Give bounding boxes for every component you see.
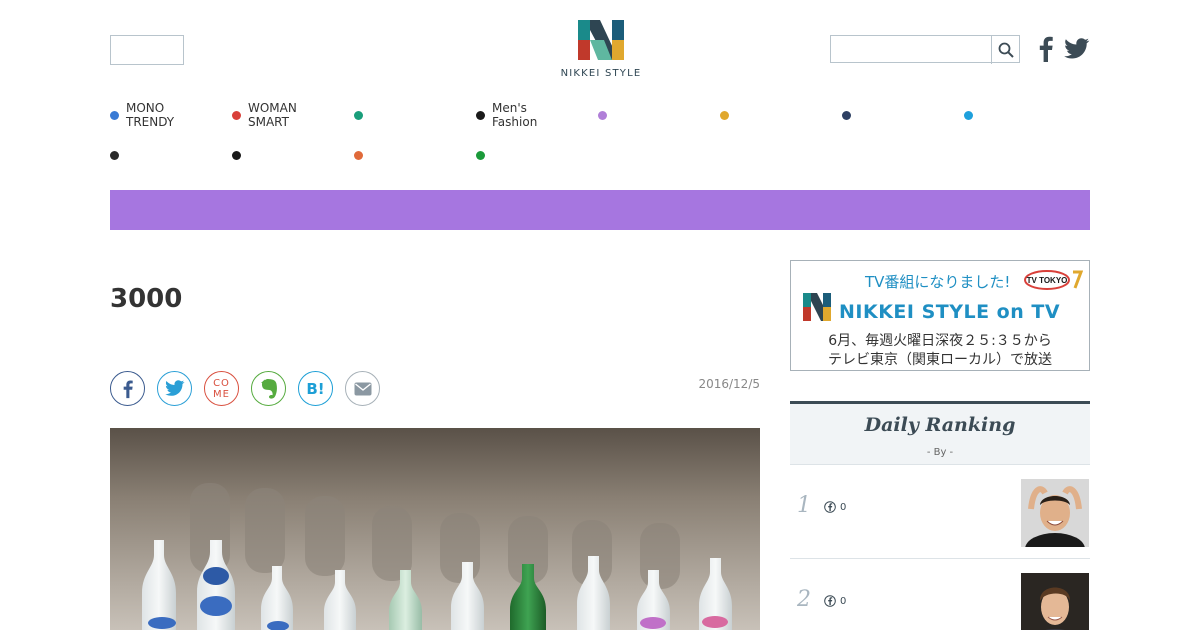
person-photo (1021, 573, 1089, 630)
ranking-by: - By - (926, 447, 954, 458)
tv-tokyo-logo: TV TOKYO (1023, 269, 1084, 290)
nav-dot (354, 151, 363, 160)
article-title: 3000 (110, 284, 183, 314)
tv-tokyo-icon: TV TOKYO (1024, 270, 1084, 290)
nav-dot (354, 111, 363, 120)
evernote-icon (260, 378, 277, 399)
hatena-bookmark-icon: B! (306, 379, 325, 398)
tv-tokyo-logo-text: TV TOKYO (1027, 276, 1068, 285)
nav-dot (598, 111, 607, 120)
twitter-icon (164, 380, 184, 396)
mail-icon (354, 382, 371, 395)
nav-dot (110, 151, 119, 160)
share-facebook-button[interactable] (110, 371, 145, 406)
facebook-icon (824, 501, 836, 513)
daily-ranking: Daily Ranking - By - 1 0 2 0 (790, 401, 1090, 630)
nav-item-mono-trendy[interactable]: MONO TRENDY (110, 101, 228, 133)
tv-ad-headline: TV番組になりました! (865, 273, 1011, 291)
nav-dot (842, 111, 851, 120)
rank-number: 2 (797, 587, 811, 612)
facebook-icon (824, 595, 836, 607)
nav-item-10[interactable] (232, 141, 350, 173)
search-icon (998, 42, 1014, 58)
nav-dot (964, 111, 973, 120)
nav-item-9[interactable] (110, 141, 228, 173)
nav-label: MONO TRENDY (126, 101, 175, 129)
category-banner (110, 190, 1090, 230)
nav-item-5[interactable] (598, 101, 716, 133)
share-evernote-button[interactable] (251, 371, 286, 406)
facebook-icon[interactable] (1036, 36, 1056, 62)
nav-item-7[interactable] (842, 101, 960, 133)
tv-ad-schedule: 6月、毎週火曜日深夜２５:３５から (828, 333, 1052, 349)
ranking-item[interactable]: 2 0 (790, 559, 1090, 630)
nav-item-6[interactable] (720, 101, 838, 133)
search-box (830, 35, 1020, 64)
share-come-button[interactable]: CO ME (204, 371, 239, 406)
twitter-icon[interactable] (1064, 38, 1090, 60)
bottles-photo (110, 428, 760, 630)
logo-text: NIKKEI STYLE (560, 68, 642, 79)
like-count: 0 (824, 501, 846, 513)
share-mail-button[interactable] (345, 371, 380, 406)
article-photo (110, 428, 760, 630)
person-photo (1021, 479, 1089, 547)
share-hatena-button[interactable]: B! (298, 371, 333, 406)
ranking-item[interactable]: 1 0 (790, 465, 1090, 559)
like-count-value: 0 (840, 501, 847, 513)
nav-dot (232, 111, 241, 120)
tv-program-ad[interactable]: TV番組になりました! TV TOKYO NIKKEI STYLE on TV … (790, 260, 1090, 371)
nav-item-mens-fashion[interactable]: Men's Fashion (476, 101, 594, 133)
like-count: 0 (824, 595, 846, 607)
header-link-box[interactable] (110, 35, 184, 65)
nav-item-12[interactable] (476, 141, 594, 173)
nav-dot (720, 111, 729, 120)
ranking-thumbnail[interactable] (1021, 573, 1089, 630)
nikkei-style-logo[interactable]: NIKKEI STYLE (556, 18, 646, 84)
nav-item-woman-smart[interactable]: WOMAN SMART (232, 101, 350, 133)
search-input[interactable] (831, 36, 991, 62)
come-icon: CO ME (213, 377, 230, 400)
nav-dot (232, 151, 241, 160)
tv-ad-brand: NIKKEI STYLE on TV (839, 301, 1061, 323)
nav-label: WOMAN SMART (248, 101, 297, 129)
nav-item-8[interactable] (964, 101, 1082, 133)
facebook-icon (123, 379, 133, 398)
ranking-thumbnail[interactable] (1021, 479, 1089, 547)
rank-number: 1 (797, 493, 811, 518)
nav-dot (476, 151, 485, 160)
nikkei-logo-icon (803, 293, 831, 321)
nav-item-11[interactable] (354, 141, 472, 173)
ranking-title: Daily Ranking (864, 414, 1016, 436)
tv-ad-channel: テレビ東京（関東ローカル）で放送 (828, 352, 1052, 368)
like-count-value: 0 (840, 595, 847, 607)
search-button[interactable] (991, 36, 1019, 64)
nav-label: Men's Fashion (492, 101, 538, 129)
nav-dot (476, 111, 485, 120)
nav-dot (110, 111, 119, 120)
share-twitter-button[interactable] (157, 371, 192, 406)
nav-item-3[interactable] (354, 101, 472, 133)
logo-mark-icon (578, 20, 624, 60)
ranking-header: Daily Ranking - By - (790, 401, 1090, 465)
article-date: 2016/12/5 (698, 377, 760, 391)
